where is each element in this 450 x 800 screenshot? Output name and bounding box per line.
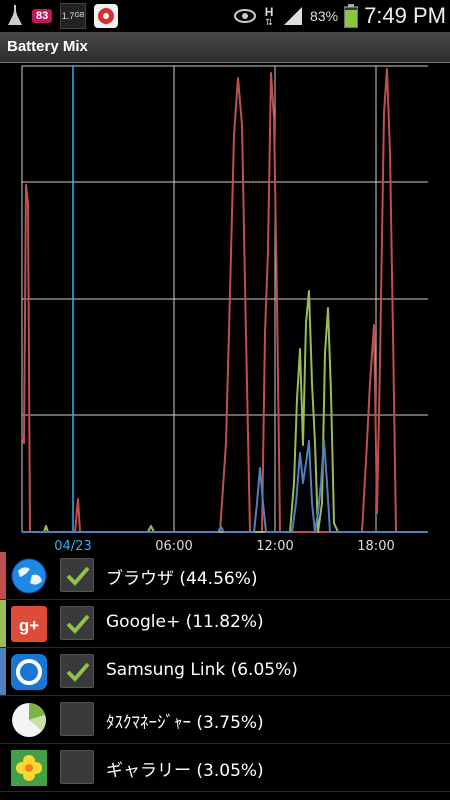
clean-master-icon (6, 5, 24, 27)
checkbox-samsung-link[interactable] (60, 654, 94, 688)
app-usage-list: ブラウザ (44.56%) g+ Google+ (11.82%) Samsun… (0, 552, 450, 800)
series-color-bar (0, 552, 6, 599)
checkbox-browser[interactable] (60, 558, 94, 592)
status-left-icons: 83 1.7 GB (6, 3, 119, 29)
signal-icon (282, 6, 304, 26)
status-right-icons: H ⇅ 83% 7:49 PM (234, 0, 446, 32)
x-tick-label: 18:00 (357, 539, 394, 553)
svg-text:g+: g+ (19, 616, 39, 635)
x-tick-label: 04/23 (54, 539, 91, 553)
network-h-icon: H ⇅ (264, 4, 274, 27)
series-line-google-plus (22, 290, 428, 533)
storage-value: 1.7 (61, 11, 75, 21)
x-tick-label: 06:00 (155, 539, 192, 553)
notification-count-badge: 83 (32, 9, 53, 23)
list-item-label: ﾀｽｸﾏﾈｰｼﾞｬｰ (3.75%) (106, 713, 264, 733)
app-title-bar: Battery Mix (0, 32, 450, 63)
app-notification-icon (94, 4, 119, 28)
battery-percent: 83% (310, 8, 339, 24)
list-item[interactable]: g+ Google+ (11.82%) (0, 600, 450, 648)
gallery-flower-icon (10, 749, 48, 787)
x-tick-label: 12:00 (256, 539, 293, 553)
samsung-link-icon (10, 653, 48, 691)
list-item-label: ギャラリー (3.05%) (106, 761, 264, 781)
list-item[interactable]: Samsung Link (6.05%) (0, 648, 450, 696)
clock: 7:49 PM (364, 3, 446, 28)
list-item[interactable]: ギャラリー (3.05%) (0, 744, 450, 792)
app-title: Battery Mix (7, 38, 88, 55)
task-manager-pie-icon (10, 701, 48, 739)
checkbox-google-plus[interactable] (60, 606, 94, 640)
chart-svg: 04/23 06:00 12:00 18:00 (21, 65, 428, 554)
browser-globe-icon (10, 557, 48, 595)
x-axis-labels: 04/23 06:00 12:00 18:00 (54, 539, 394, 554)
storage-unit: GB (74, 12, 85, 19)
battery-usage-chart[interactable]: 04/23 06:00 12:00 18:00 (0, 63, 450, 554)
list-item[interactable]: ブラウザ (44.56%) (0, 552, 450, 600)
storage-meter-icon: 1.7 GB (60, 3, 87, 29)
battery-icon (344, 4, 359, 28)
list-item-label: ブラウザ (44.56%) (106, 569, 258, 589)
eye-icon (234, 9, 257, 23)
status-bar: 83 1.7 GB H ⇅ 83% 7:49 PM (0, 0, 450, 32)
list-item-label: Google+ (11.82%) (106, 612, 264, 632)
series-line-browser (21, 68, 428, 533)
series-color-bar (0, 648, 6, 695)
checkbox-task-manager[interactable] (60, 702, 94, 736)
network-type: H (264, 4, 274, 19)
series-color-bar (0, 600, 6, 647)
list-item-label: Samsung Link (6.05%) (106, 660, 298, 680)
checkbox-gallery[interactable] (60, 750, 94, 784)
list-item[interactable]: ﾀｽｸﾏﾈｰｼﾞｬｰ (3.75%) (0, 696, 450, 744)
google-plus-icon: g+ (10, 605, 48, 643)
